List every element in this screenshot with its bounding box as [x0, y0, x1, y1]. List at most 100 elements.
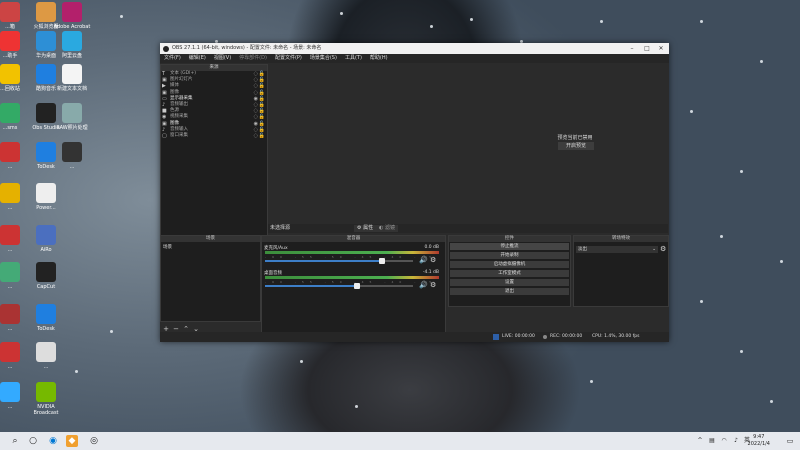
desktop-icon-label: 阿里云盘	[61, 53, 82, 59]
audio-icon: ♪	[162, 126, 166, 133]
maximize-icon[interactable]: □	[640, 43, 654, 54]
transitions-header: 转场特效	[574, 236, 668, 242]
studio-mode-button[interactable]: 工作室模式	[450, 270, 569, 277]
lock-icon[interactable]: 🔓	[259, 83, 265, 89]
start-virtual-camera-button[interactable]: 启动虚拟摄像机	[450, 261, 569, 268]
menu-scene-collection[interactable]: 场景集合(S)	[306, 54, 341, 63]
lock-icon[interactable]: 🔓	[259, 96, 265, 102]
lock-icon[interactable]: 🔓	[259, 121, 265, 127]
visibility-eye-icon[interactable]: ◉	[254, 96, 258, 102]
menu-file[interactable]: 文件(F)	[160, 54, 185, 63]
desktop-audio-volume-knob[interactable]	[353, 283, 360, 289]
visibility-eye-icon[interactable]: ◌	[254, 133, 258, 139]
visibility-eye-icon[interactable]: ◉	[254, 121, 258, 127]
visibility-eye-icon[interactable]: ◌	[254, 83, 258, 89]
snowflake	[110, 330, 113, 333]
image-icon: ▣	[162, 77, 167, 84]
source-label: 音频输入	[170, 126, 188, 132]
sources-list: T 文本 (GDI+) ◌ 🔓 ▣ 图片幻灯片 ◌ 🔓 ▶ 媒体 ◌ 🔓 ▣ 图像 ◌ 🔓 ▭ 显示器采集 ◉ 🔓 ♪ 音…	[161, 71, 267, 139]
edge-icon[interactable]: ◉	[47, 435, 59, 447]
transition-select[interactable]: 淡出 ⌄	[576, 246, 658, 253]
desktop-icon[interactable]: 新建文本文档	[52, 64, 92, 92]
menu-help[interactable]: 帮助(H)	[366, 54, 392, 63]
desktop-icon[interactable]: Adobe Acrobat	[52, 2, 92, 30]
mic-gear-icon[interactable]: ⚙	[430, 256, 436, 264]
visibility-eye-icon[interactable]: ◌	[254, 77, 258, 83]
close-icon[interactable]: ✕	[654, 43, 668, 54]
mic-volume-slider[interactable]	[265, 258, 413, 264]
taskbar-app-icon[interactable]: ◆	[66, 435, 78, 447]
desktop-icon[interactable]: Power...	[26, 183, 66, 211]
lock-icon[interactable]: 🔓	[259, 133, 265, 139]
snowflake	[300, 360, 303, 363]
search-icon[interactable]: ⌕	[9, 435, 21, 447]
text-icon: T	[162, 71, 166, 77]
clock[interactable]: 9:47 2022/1/4	[748, 434, 770, 448]
settings-button[interactable]: 设置	[450, 279, 569, 286]
minimize-icon[interactable]: –	[625, 43, 639, 54]
menu-edit[interactable]: 编辑(E)	[185, 54, 210, 63]
desktop-icon[interactable]: CapCut	[26, 262, 66, 290]
lock-icon[interactable]: 🔓	[259, 90, 265, 96]
lock-icon[interactable]: 🔓	[259, 127, 265, 133]
desktop-icon-label: ...	[43, 364, 49, 370]
cortana-icon[interactable]: ○	[27, 435, 39, 447]
menu-tools[interactable]: 工具(T)	[341, 54, 366, 63]
app-icon	[36, 342, 56, 362]
desktop-icon[interactable]: 阿里云盘	[52, 31, 92, 59]
obs-app-icon	[163, 46, 169, 52]
desktop-audio-speaker-icon[interactable]: 🔊	[419, 281, 428, 289]
app-icon	[0, 225, 20, 245]
window-icon: ▢	[162, 132, 167, 139]
visibility-eye-icon[interactable]: ◌	[254, 102, 258, 108]
transitions-panel: 转场特效 淡出 ⌄ ⚙	[573, 235, 669, 307]
desktop-icon[interactable]: ...	[26, 342, 66, 370]
enable-preview-button[interactable]: 开启预览	[558, 142, 594, 150]
menu-profile[interactable]: 配置文件(P)	[271, 54, 306, 63]
start-recording-button[interactable]: 开始录制	[450, 252, 569, 259]
menu-docks[interactable]: 停靠部件(D)	[235, 54, 271, 63]
app-icon	[0, 382, 20, 402]
desktop-audio-gear-icon[interactable]: ⚙	[430, 281, 436, 289]
source-item[interactable]: ▢ 窗口采集 ◌ 🔓	[161, 133, 267, 139]
visibility-eye-icon[interactable]: ◌	[254, 108, 258, 114]
source-label: 音频输出	[170, 101, 188, 107]
desktop-icon-label: Power...	[36, 205, 56, 211]
todesk-icon	[36, 304, 56, 324]
visibility-eye-icon[interactable]: ◌	[254, 90, 258, 96]
properties-button[interactable]: ⚙ 属性	[354, 225, 377, 232]
transition-gear-icon[interactable]: ⚙	[660, 245, 666, 253]
desktop-icon[interactable]: ...	[52, 142, 92, 170]
notification-icon[interactable]: ▭	[784, 435, 796, 447]
desktop-audio-volume-slider[interactable]	[265, 283, 413, 289]
scenes-panel: 场景 场景 + − ⌃ ⌄	[160, 235, 261, 333]
lock-icon[interactable]: 🔓	[259, 114, 265, 120]
desktop-icon[interactable]: AiRo	[26, 225, 66, 253]
mic-volume-knob[interactable]	[378, 258, 385, 264]
menu-view[interactable]: 视图(V)	[210, 54, 235, 63]
visibility-eye-icon[interactable]: ◌	[254, 114, 258, 120]
desktop-icon[interactable]: RAW照片处理	[52, 103, 92, 131]
mic-speaker-icon[interactable]: 🔊	[419, 256, 428, 264]
stop-streaming-button[interactable]: 停止推流	[450, 243, 569, 250]
obs-taskbar-icon[interactable]: ◎	[88, 435, 100, 447]
tray-chevron-icon[interactable]: ^	[694, 435, 706, 447]
filters-button[interactable]: ◐ 滤镜	[376, 225, 398, 232]
visibility-eye-icon[interactable]: ◌	[254, 127, 258, 133]
chrome-icon	[0, 183, 20, 203]
snowflake	[340, 12, 343, 15]
snowflake	[590, 380, 593, 383]
scene-item[interactable]: 场景	[161, 242, 260, 252]
visibility-eye-icon[interactable]: ◌	[254, 71, 258, 77]
network-icon[interactable]: ▤	[706, 435, 718, 447]
app-icon	[0, 304, 20, 324]
folder-icon	[36, 183, 56, 203]
desktop-icon[interactable]: NVIDIA Broadcast	[26, 382, 66, 416]
app-icon	[0, 262, 20, 282]
desktop-icon[interactable]: ToDesk	[26, 304, 66, 332]
wifi-icon[interactable]: ◠	[718, 435, 730, 447]
mic-track-db: 0.0 dB	[424, 245, 439, 250]
exit-button[interactable]: 退出	[450, 288, 569, 295]
status-bar: LIVE: 00:00:00 REC: 00:00:00 CPU: 1.4%, …	[160, 332, 669, 342]
cloud-icon	[62, 31, 82, 51]
